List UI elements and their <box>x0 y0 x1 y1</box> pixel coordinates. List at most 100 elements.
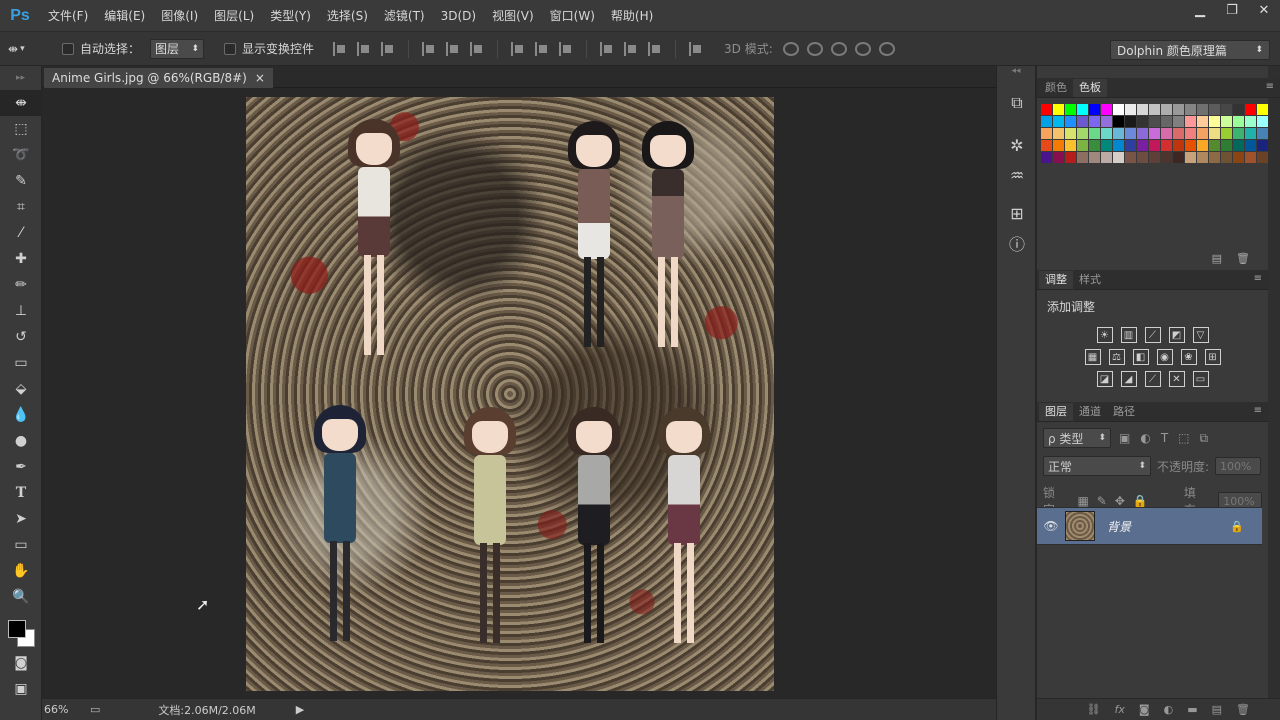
color-swatch[interactable] <box>1041 116 1052 127</box>
group-icon[interactable]: ▬ <box>1187 703 1197 716</box>
color-swatch[interactable] <box>1065 152 1076 163</box>
curves-icon[interactable]: ⟋ <box>1144 327 1161 343</box>
color-swatch[interactable] <box>1233 140 1244 151</box>
panel-menu-icon[interactable]: ≡ <box>1266 81 1274 92</box>
distribute-vcenter-icon[interactable] <box>535 41 549 56</box>
restore-button[interactable]: ❐ <box>1216 0 1248 20</box>
color-swatch[interactable] <box>1053 128 1064 139</box>
eraser-tool-icon[interactable]: ▭ <box>0 350 42 376</box>
panel-scrollbar[interactable] <box>1268 66 1280 720</box>
color-swatch[interactable] <box>1221 152 1232 163</box>
panel-menu-icon[interactable]: ≡ <box>1254 405 1262 416</box>
brush-settings-icon[interactable]: ✲ <box>997 130 1037 160</box>
color-swatch[interactable] <box>1089 140 1100 151</box>
close-window-button[interactable]: ✕ <box>1248 0 1280 20</box>
color-swatch[interactable] <box>1065 128 1076 139</box>
layer-row-background[interactable]: 👁 背景 🔒 <box>1037 507 1262 545</box>
3d-roll-icon[interactable] <box>806 41 823 56</box>
color-swatch[interactable] <box>1245 152 1256 163</box>
rectangle-tool-icon[interactable]: ▭ <box>0 532 42 558</box>
color-swatch[interactable] <box>1209 104 1220 115</box>
color-swatch[interactable] <box>1101 128 1112 139</box>
auto-select-checkbox[interactable]: 自动选择： <box>62 40 140 57</box>
color-swatch[interactable] <box>1113 128 1124 139</box>
align-right-icon[interactable] <box>470 41 484 56</box>
color-swatch[interactable] <box>1245 104 1256 115</box>
hue-saturation-icon[interactable]: ▦ <box>1084 349 1101 365</box>
invert-icon[interactable]: ◪ <box>1096 371 1113 387</box>
collapse-icon[interactable]: ▸▸ <box>0 66 41 90</box>
menu-window[interactable]: 窗口(W) <box>542 0 603 32</box>
color-swatch[interactable] <box>1101 140 1112 151</box>
color-swatch[interactable] <box>1113 140 1124 151</box>
opacity-input[interactable]: 100% <box>1215 457 1262 475</box>
color-swatch[interactable] <box>1113 116 1124 127</box>
tab-paths[interactable]: 路径 <box>1107 403 1141 421</box>
color-swatch[interactable] <box>1257 104 1268 115</box>
brush-tool-icon[interactable]: ✏ <box>0 272 42 298</box>
clone-stamp-tool-icon[interactable]: ⊥ <box>0 298 42 324</box>
lasso-tool-icon[interactable]: ➰ <box>0 142 42 168</box>
color-swatch[interactable] <box>1077 128 1088 139</box>
color-swatch[interactable] <box>1209 128 1220 139</box>
color-swatch[interactable] <box>1221 104 1232 115</box>
color-swatch[interactable] <box>1113 104 1124 115</box>
color-swatch[interactable] <box>1209 140 1220 151</box>
workspace-switcher[interactable]: Dolphin 颜色原理篇 ⬍ <box>1110 40 1270 60</box>
color-swatch[interactable] <box>1101 104 1112 115</box>
color-swatch[interactable] <box>1125 128 1136 139</box>
color-swatch[interactable] <box>1221 128 1232 139</box>
brush-presets-icon[interactable]: ♒ <box>997 160 1037 190</box>
color-swatch[interactable] <box>1185 152 1196 163</box>
color-swatch[interactable] <box>1185 104 1196 115</box>
color-swatch[interactable] <box>1041 104 1052 115</box>
color-lookup-icon[interactable]: ⊞ <box>1204 349 1221 365</box>
menu-help[interactable]: 帮助(H) <box>603 0 661 32</box>
minimize-button[interactable]: ▁ <box>1184 0 1216 20</box>
lock-all-icon[interactable]: 🔒 <box>1133 494 1148 508</box>
color-swatch[interactable] <box>1125 116 1136 127</box>
color-swatch[interactable] <box>1149 152 1160 163</box>
color-swatch[interactable] <box>1089 128 1100 139</box>
align-top-icon[interactable] <box>333 41 347 56</box>
black-white-icon[interactable]: ◧ <box>1132 349 1149 365</box>
menu-select[interactable]: 选择(S) <box>319 0 376 32</box>
new-layer-icon[interactable]: ▤ <box>1212 703 1222 716</box>
color-swatch[interactable] <box>1089 116 1100 127</box>
auto-align-icon[interactable] <box>689 41 703 56</box>
adjustment-layer-icon[interactable]: ◐ <box>1164 703 1174 716</box>
distribute-top-icon[interactable] <box>511 41 525 56</box>
color-swatch[interactable] <box>1233 152 1244 163</box>
paint-bucket-tool-icon[interactable]: ⬙ <box>0 376 42 402</box>
color-swatch[interactable] <box>1089 152 1100 163</box>
exposure-icon[interactable]: ◩ <box>1168 327 1185 343</box>
color-swatch[interactable] <box>1065 140 1076 151</box>
color-swatch[interactable] <box>1257 116 1268 127</box>
color-swatch[interactable] <box>1125 104 1136 115</box>
color-swatch[interactable] <box>1173 152 1184 163</box>
hand-tool-icon[interactable]: ✋ <box>0 558 42 584</box>
brightness-icon[interactable]: ☀ <box>1096 327 1113 343</box>
color-swatch[interactable] <box>1173 116 1184 127</box>
quick-select-tool-icon[interactable]: ✎ <box>0 168 42 194</box>
quick-mask-icon[interactable]: ◙ <box>0 650 42 676</box>
smart-filter-icon[interactable]: ⧉ <box>1200 431 1209 446</box>
color-swatch[interactable] <box>1161 116 1172 127</box>
color-swatch[interactable] <box>1197 128 1208 139</box>
color-swatch[interactable] <box>1233 116 1244 127</box>
color-swatch[interactable] <box>1077 116 1088 127</box>
color-swatch[interactable] <box>1185 116 1196 127</box>
dodge-tool-icon[interactable]: ● <box>0 428 42 454</box>
align-hcenter-icon[interactable] <box>446 41 460 56</box>
align-vcenter-icon[interactable] <box>357 41 371 56</box>
color-swatch[interactable] <box>1149 128 1160 139</box>
menu-3d[interactable]: 3D(D) <box>433 0 484 32</box>
color-swatch[interactable] <box>1101 152 1112 163</box>
lock-transparent-icon[interactable]: ▦ <box>1077 494 1088 508</box>
menu-layer[interactable]: 图层(L) <box>206 0 262 32</box>
color-swatch[interactable] <box>1149 104 1160 115</box>
color-swatch[interactable] <box>1125 140 1136 151</box>
tab-swatches[interactable]: 色板 <box>1073 79 1107 97</box>
3d-rotate-icon[interactable] <box>782 41 799 56</box>
color-swatch[interactable] <box>1125 152 1136 163</box>
